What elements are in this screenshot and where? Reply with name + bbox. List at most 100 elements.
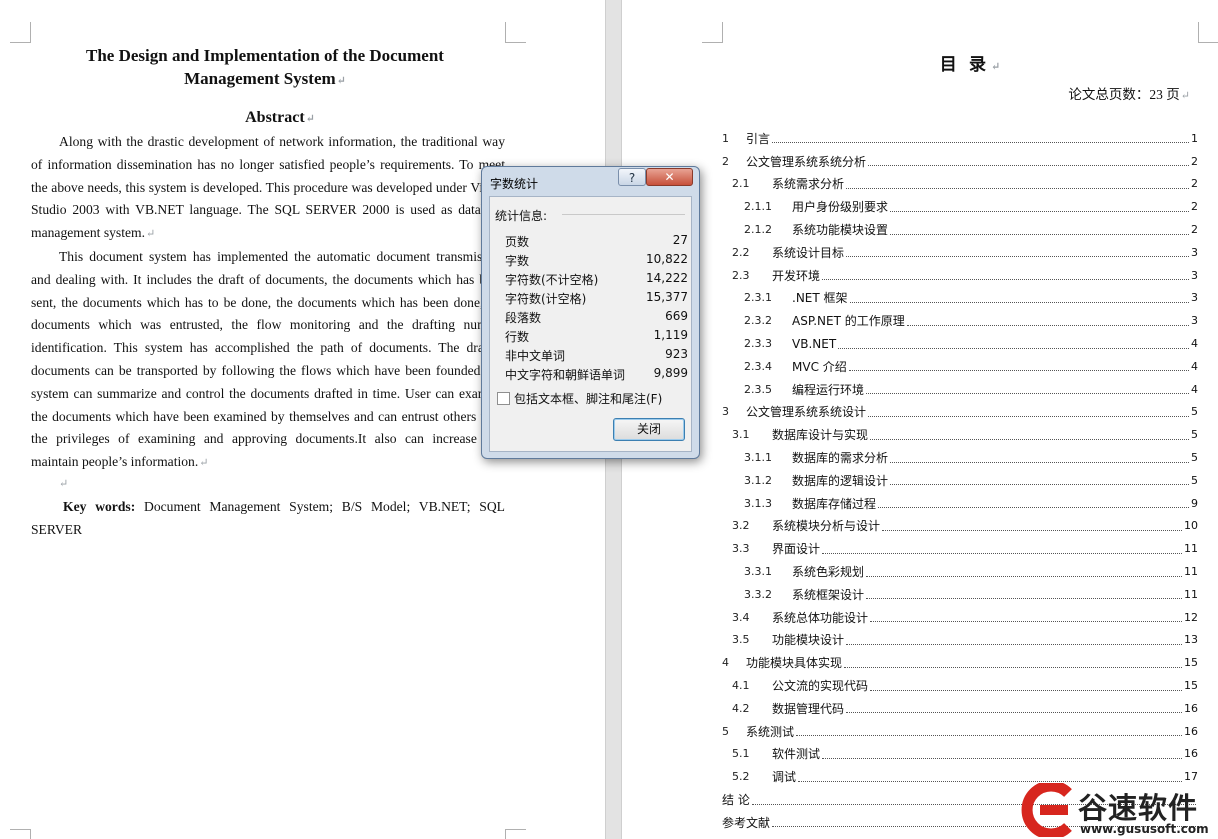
toc-entry[interactable]: 3.4 系统总体功能设计 12: [722, 606, 1198, 629]
toc-entry[interactable]: 2.1 系统需求分析 2: [722, 173, 1198, 196]
toc-leader-dots: [890, 210, 1189, 212]
stat-label: 字符数(计空格): [505, 292, 587, 306]
document-page-right[interactable]: 目 录↵ 论文总页数：23 页↵ 1 引言 1 2 公文管理系统系统分析 2 2.1 系统需求…: [622, 0, 1218, 839]
toc-title-text: 目 录: [939, 55, 991, 74]
toc-entry[interactable]: 3.2 系统模块分析与设计 10: [722, 515, 1198, 538]
toc-entry[interactable]: 1 引言 1: [722, 127, 1198, 150]
toc-leader-dots: [796, 734, 1182, 737]
toc-leader-dots: [906, 324, 1189, 326]
toc-entry-title: 系统设计目标: [772, 245, 845, 260]
toc-entry-page: 5: [1191, 473, 1198, 487]
brand-url: www.gususoft.com: [1080, 822, 1209, 836]
toc-entry-page: 9: [1191, 496, 1198, 510]
word-count-dialog[interactable]: 字数统计 ? ✕ 统计信息: 页数 27 字数 10,822 字符数(不计空格) 14,2…: [481, 166, 700, 459]
toc-entry-page: 2: [1191, 223, 1198, 237]
stat-label: 段落数: [505, 311, 542, 325]
toc-entry[interactable]: 3.5 功能模块设计 13: [722, 629, 1198, 652]
toc-entry[interactable]: 2.3.3 VB.NET 4: [722, 332, 1198, 355]
toc-entry-title: 开发环境: [772, 268, 821, 283]
toc-entry-title: 编程运行环境: [792, 382, 865, 397]
toc-leader-dots: [844, 666, 1182, 668]
toc-entry-number: 3.3.1: [744, 565, 772, 579]
toc-entry-page: 11: [1184, 542, 1198, 556]
toc-entry[interactable]: 2.3 开发环境 3: [722, 264, 1198, 287]
group-divider: [562, 214, 685, 215]
toc-entry[interactable]: 4 功能模块具体实现 15: [722, 651, 1198, 674]
brand-g-icon: [1021, 783, 1072, 837]
toc-entry[interactable]: 3.1.3 数据库存储过程 9: [722, 492, 1198, 515]
help-button[interactable]: ?: [618, 168, 646, 186]
checkbox-box[interactable]: [497, 392, 510, 405]
toc-entry[interactable]: 2 公文管理系统系统分析 2: [722, 150, 1198, 173]
toc-entry[interactable]: 3.1.1 数据库的需求分析 5: [722, 446, 1198, 469]
toc-entry[interactable]: 4.1 公文流的实现代码 15: [722, 674, 1198, 697]
toc-entry-title: 系统框架设计: [792, 587, 865, 602]
toc-entry[interactable]: 2.3.2 ASP.NET 的工作原理 3: [722, 309, 1198, 332]
toc-entry-page: 15: [1184, 679, 1198, 693]
toc-entry-title: 调试: [772, 770, 797, 785]
stat-value: 669: [665, 309, 688, 323]
stat-row: 字符数(不计空格) 14,222: [505, 271, 688, 290]
toc-entry[interactable]: 3.1 数据库设计与实现 5: [722, 423, 1198, 446]
toc-entry[interactable]: 3.3 界面设计 11: [722, 537, 1198, 560]
abstract-heading: Abstract↵: [245, 109, 315, 126]
toc-entry[interactable]: 3.3.2 系统框架设计 11: [722, 583, 1198, 606]
stat-label: 页数: [505, 235, 530, 249]
toc-entry[interactable]: 2.2 系统设计目标 3: [722, 241, 1198, 264]
toc-entry-page: 2: [1191, 154, 1198, 168]
toc-entry-page: 12: [1184, 610, 1198, 624]
toc-entry[interactable]: 2.1.2 系统功能模块设置 2: [722, 218, 1198, 241]
toc-entry-title: 参考文献: [722, 815, 771, 830]
toc-entry-number: 3.5: [732, 633, 750, 647]
toc-entry[interactable]: 2.3.4 MVC 介绍 4: [722, 355, 1198, 378]
dialog-body: 统计信息: 页数 27 字数 10,822 字符数(不计空格) 14,222 字符数(计空格…: [489, 196, 692, 452]
toc-entry[interactable]: 2.3.1 .NET 框架 3: [722, 287, 1198, 310]
toc-entry-page: 4: [1191, 359, 1198, 373]
stat-row: 字数 10,822: [505, 252, 688, 271]
toc-entry-title: 数据库的需求分析: [792, 451, 889, 466]
stat-row: 页数 27: [505, 233, 688, 252]
stat-row: 字符数(计空格) 15,377: [505, 290, 688, 309]
toc-entry[interactable]: 2.3.5 编程运行环境 4: [722, 378, 1198, 401]
toc-entry-number: 2: [722, 154, 729, 168]
toc-entry[interactable]: 5.1 软件测试 16: [722, 743, 1198, 766]
toc-entry[interactable]: 2.1.1 用户身份级别要求 2: [722, 195, 1198, 218]
stat-row: 中文字符和朝鲜语单词 9,899: [505, 366, 688, 385]
abstract-paragraph-2: This document system has implemented the…: [31, 248, 505, 470]
document-title: The Design and Implementation of the Doc…: [86, 46, 444, 88]
toc-entry-number: 2.3.1: [744, 291, 772, 305]
close-icon[interactable]: ✕: [646, 168, 693, 186]
toc-leader-dots: [878, 506, 1189, 509]
toc-entry-title: 功能模块具体实现: [746, 656, 843, 671]
toc-entry[interactable]: 5 系统测试 16: [722, 720, 1198, 743]
toc-entry-page: 2: [1191, 177, 1198, 191]
stat-row: 非中文单词 923: [505, 347, 688, 366]
toc-leader-dots: [838, 347, 1189, 349]
toc-entry-number: 4.2: [732, 701, 750, 715]
close-button[interactable]: 关闭: [613, 418, 685, 441]
toc-entry[interactable]: 4.2 数据管理代码 16: [722, 697, 1198, 720]
toc-entry-title: 系统模块分析与设计: [772, 519, 881, 534]
toc-entry-number: 5.2: [732, 770, 750, 784]
toc-entry-page: 11: [1184, 565, 1198, 579]
toc-entry-title: 系统功能模块设置: [792, 223, 889, 238]
stat-value: 10,822: [646, 252, 688, 266]
toc-entry-page: 15: [1184, 656, 1198, 670]
toc-entry[interactable]: 3 公文管理系统系统设计 5: [722, 401, 1198, 424]
toc-leader-dots: [772, 141, 1189, 144]
stat-row: 段落数 669: [505, 309, 688, 328]
gususoft-logo: 谷速软件 www.gususoft.com: [1020, 779, 1218, 839]
toc-entry[interactable]: 3.3.1 系统色彩规划 11: [722, 560, 1198, 583]
brand-name: 谷速软件: [1078, 791, 1199, 825]
toc-entry-number: 3.1: [732, 428, 750, 442]
toc-leader-dots: [890, 233, 1189, 235]
toc-entry-number: 3.4: [732, 610, 750, 624]
toc-leader-dots: [822, 757, 1182, 759]
toc-entry-title: 数据库存储过程: [792, 496, 877, 511]
crop-mark: [702, 22, 723, 43]
toc-entry[interactable]: 3.1.2 数据库的逻辑设计 5: [722, 469, 1198, 492]
toc-leader-dots: [848, 369, 1189, 372]
toc-entry-number: 5: [722, 724, 729, 738]
total-pages: 论文总页数：23 页↵: [1068, 87, 1190, 102]
include-textboxes-checkbox[interactable]: 包括文本框、脚注和尾注(F): [497, 390, 662, 407]
